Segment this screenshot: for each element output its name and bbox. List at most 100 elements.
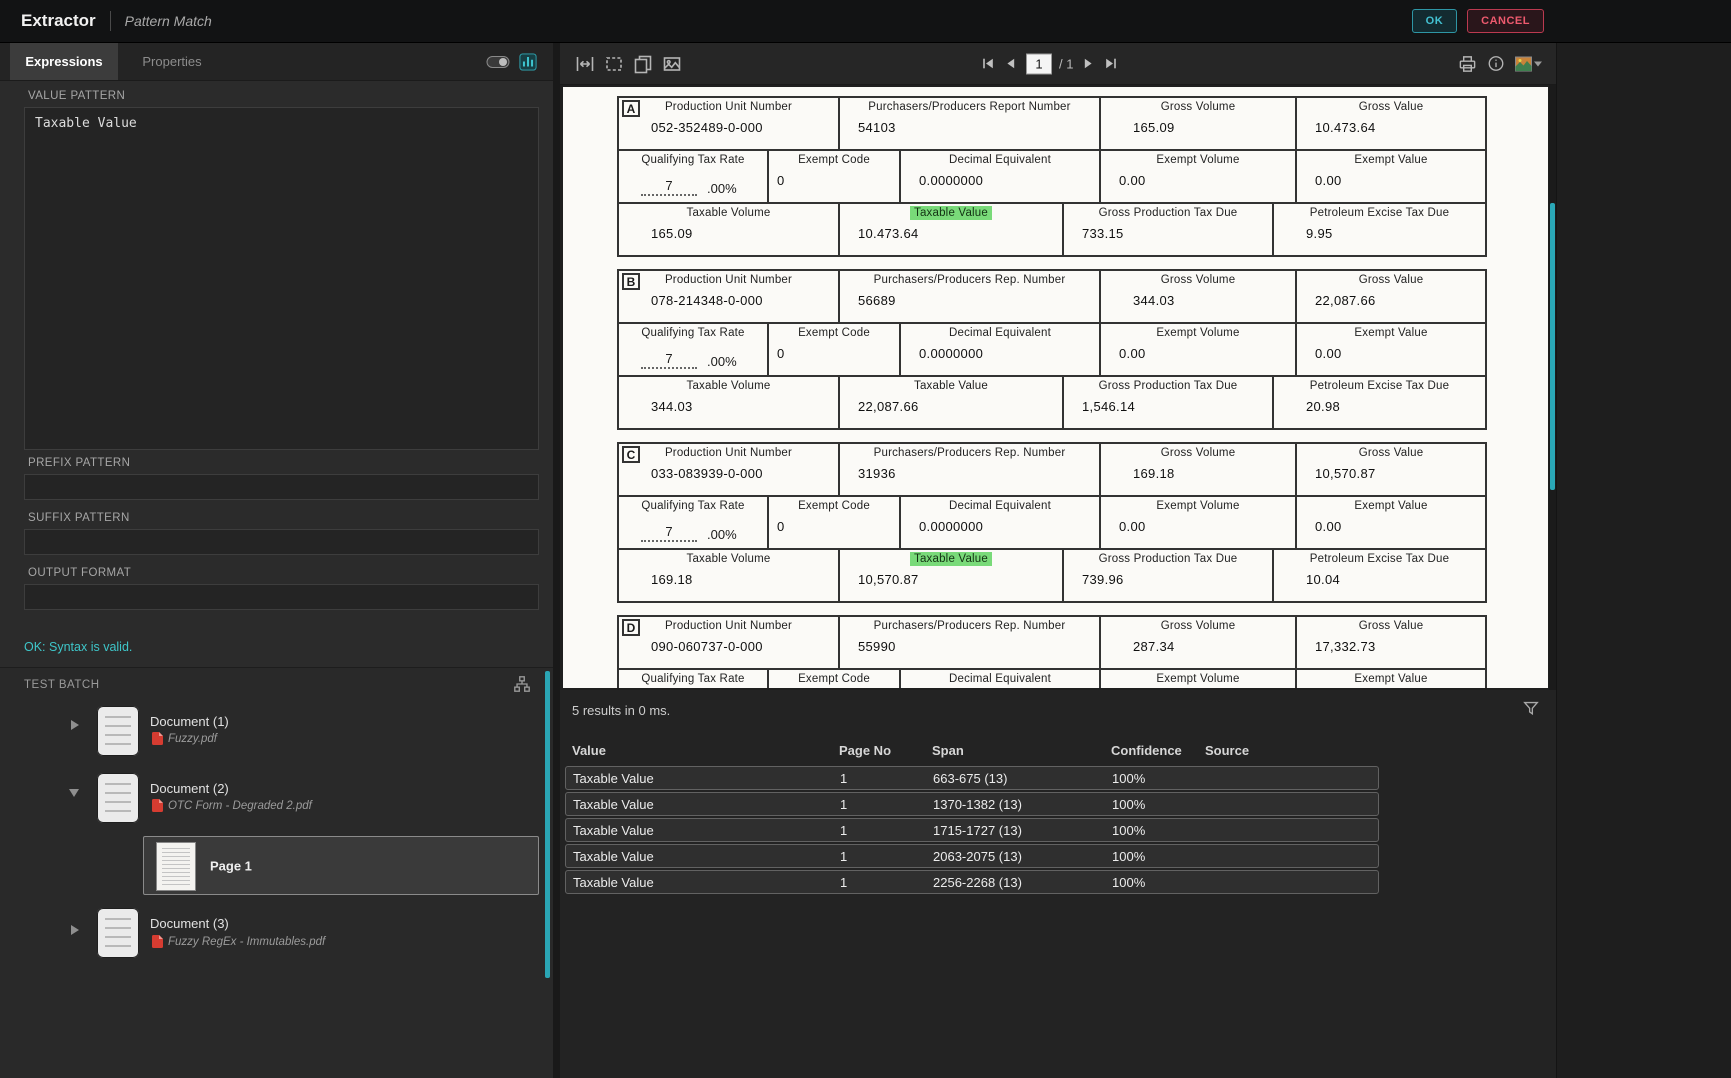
field-label: Gross Value — [1358, 101, 1424, 113]
result-confidence: 100% — [1112, 848, 1146, 864]
first-page-icon[interactable] — [980, 56, 996, 72]
field-value: 033-083939-0-000 — [651, 466, 763, 481]
result-row[interactable]: Taxable Value 1 2256-2268 (13) 100% — [565, 870, 1379, 894]
field-label: Exempt Volume — [1156, 327, 1240, 339]
pages-view-icon[interactable] — [630, 51, 656, 77]
batch-tree-icon[interactable] — [513, 675, 531, 693]
result-row[interactable]: Taxable Value 1 1370-1382 (13) 100% — [565, 792, 1379, 816]
form-cell: Exempt Code 0 — [767, 497, 899, 548]
field-value — [619, 685, 767, 688]
results-table: Taxable Value 1 663-675 (13) 100% Taxabl… — [565, 766, 1379, 896]
document-icon[interactable] — [97, 773, 139, 823]
fit-width-icon[interactable] — [572, 51, 598, 77]
form-cell: Qualifying Tax Rate 7 .00% — [619, 497, 767, 548]
field-label: Exempt Code — [798, 673, 870, 685]
test-batch-label: TEST BATCH — [24, 679, 100, 691]
column-header-value[interactable]: Value — [572, 743, 839, 758]
document-file: OTC Form - Degraded 2.pdf — [152, 799, 312, 812]
document-icon[interactable] — [97, 706, 139, 756]
result-row[interactable]: Taxable Value 1 2063-2075 (13) 100% — [565, 844, 1379, 868]
highlighted-match[interactable]: Taxable Value — [910, 552, 992, 566]
panel-splitter[interactable] — [553, 43, 560, 1078]
field-value: 0 — [777, 519, 785, 534]
filter-funnel-icon[interactable] — [1522, 699, 1540, 717]
document-name[interactable]: Document (1) — [150, 714, 229, 729]
form-section-a: A Production Unit Number 052-352489-0-000… — [617, 96, 1487, 257]
titlebar: Extractor Pattern Match OK CANCEL — [0, 0, 1731, 43]
form-row: Taxable Volume 344.03 Taxable Value 22,087… — [619, 375, 1485, 428]
scanned-page[interactable]: A Production Unit Number 052-352489-0-000… — [563, 87, 1548, 688]
print-icon[interactable] — [1458, 54, 1477, 73]
tab-properties[interactable]: Properties — [118, 43, 226, 80]
field-label: Purchasers/Producers Rep. Number — [873, 447, 1066, 459]
form-cell: Production Unit Number 052-352489-0-000 — [619, 98, 838, 149]
extractor-window: Extractor Pattern Match OK CANCEL Expres… — [0, 0, 1731, 1078]
last-page-icon[interactable] — [1103, 56, 1119, 72]
field-label: Exempt Code — [798, 500, 870, 512]
viewer-panel: / 1 — [560, 43, 1556, 1078]
column-header-confidence[interactable]: Confidence — [1111, 743, 1205, 758]
prefix-pattern-input[interactable] — [24, 474, 539, 500]
value-pattern-text: Taxable Value — [35, 116, 137, 131]
field-label: Production Unit Number — [664, 101, 793, 113]
expand-arrow-icon[interactable] — [71, 720, 79, 730]
statistics-icon[interactable] — [519, 52, 537, 71]
document-name[interactable]: Document (3) — [150, 916, 229, 931]
ok-button[interactable]: OK — [1411, 9, 1458, 33]
result-value: Taxable Value — [573, 848, 654, 864]
field-value — [769, 685, 899, 688]
page-number-input[interactable] — [1026, 53, 1052, 74]
form-cell: Exempt Value — [1295, 670, 1485, 688]
result-value: Taxable Value — [573, 822, 654, 838]
prefix-pattern-label: PREFIX PATTERN — [28, 457, 131, 469]
column-header-page[interactable]: Page No — [839, 743, 932, 758]
marquee-select-icon[interactable] — [601, 51, 627, 77]
prev-page-icon[interactable] — [1003, 56, 1019, 72]
field-value — [901, 685, 1099, 688]
form-row: Taxable Volume 165.09 Taxable Value 10.473… — [619, 202, 1485, 255]
column-header-span[interactable]: Span — [932, 743, 1111, 758]
form-row: Qualifying Tax Rate 7 .00% Exempt Code 0 De… — [619, 149, 1485, 202]
result-span: 1370-1382 (13) — [933, 796, 1022, 812]
document-icon[interactable] — [97, 908, 139, 958]
cancel-button[interactable]: CANCEL — [1467, 9, 1544, 33]
highlighted-match[interactable]: Taxable Value — [910, 206, 992, 220]
form-row: Production Unit Number 033-083939-0-000 P… — [619, 444, 1485, 495]
image-options-icon[interactable] — [1515, 56, 1542, 71]
viewer-scrollbar[interactable] — [1549, 85, 1556, 690]
result-row[interactable]: Taxable Value 1 1715-1727 (13) 100% — [565, 818, 1379, 842]
form-cell: Petroleum Excise Tax Due 10.04 — [1272, 550, 1485, 601]
field-value: 0 — [777, 173, 785, 188]
test-batch-scrollbar[interactable] — [545, 671, 550, 978]
form-cell: Gross Volume 344.03 — [1099, 271, 1295, 322]
field-value: 344.03 — [651, 399, 693, 414]
next-page-icon[interactable] — [1080, 56, 1096, 72]
output-format-input[interactable] — [24, 584, 539, 610]
field-label: Gross Volume — [1160, 101, 1236, 113]
image-view-icon[interactable] — [659, 51, 685, 77]
info-icon[interactable] — [1487, 55, 1505, 73]
column-header-source[interactable]: Source — [1205, 743, 1379, 758]
field-label: Taxable Volume — [686, 207, 771, 219]
field-label: Taxable Volume — [686, 553, 771, 565]
suffix-pattern-input[interactable] — [24, 529, 539, 555]
expand-arrow-icon[interactable] — [71, 925, 79, 935]
result-row[interactable]: Taxable Value 1 663-675 (13) 100% — [565, 766, 1379, 790]
output-format-label: OUTPUT FORMAT — [28, 567, 132, 579]
field-label: Purchasers/Producers Rep. Number — [873, 274, 1066, 286]
viewer-scrollbar-thumb[interactable] — [1550, 203, 1555, 490]
field-value: 10,570.87 — [858, 572, 919, 587]
document-name[interactable]: Document (2) — [150, 781, 229, 796]
field-label: Gross Production Tax Due — [1098, 553, 1238, 565]
tab-expressions[interactable]: Expressions — [10, 43, 118, 80]
toggle-icon[interactable] — [486, 55, 510, 69]
form-cell: Gross Volume 287.34 — [1099, 617, 1295, 668]
page-thumbnail-item[interactable]: Page 1 — [143, 836, 539, 895]
field-value: 56689 — [858, 293, 896, 308]
rate-number: 7 — [641, 351, 697, 369]
field-label: Exempt Value — [1354, 154, 1428, 166]
value-pattern-editor[interactable]: Taxable Value — [24, 107, 539, 450]
field-label: Qualifying Tax Rate — [641, 327, 745, 339]
form-cell: Taxable Value 22,087.66 — [838, 377, 1062, 428]
collapse-arrow-icon[interactable] — [69, 789, 79, 797]
